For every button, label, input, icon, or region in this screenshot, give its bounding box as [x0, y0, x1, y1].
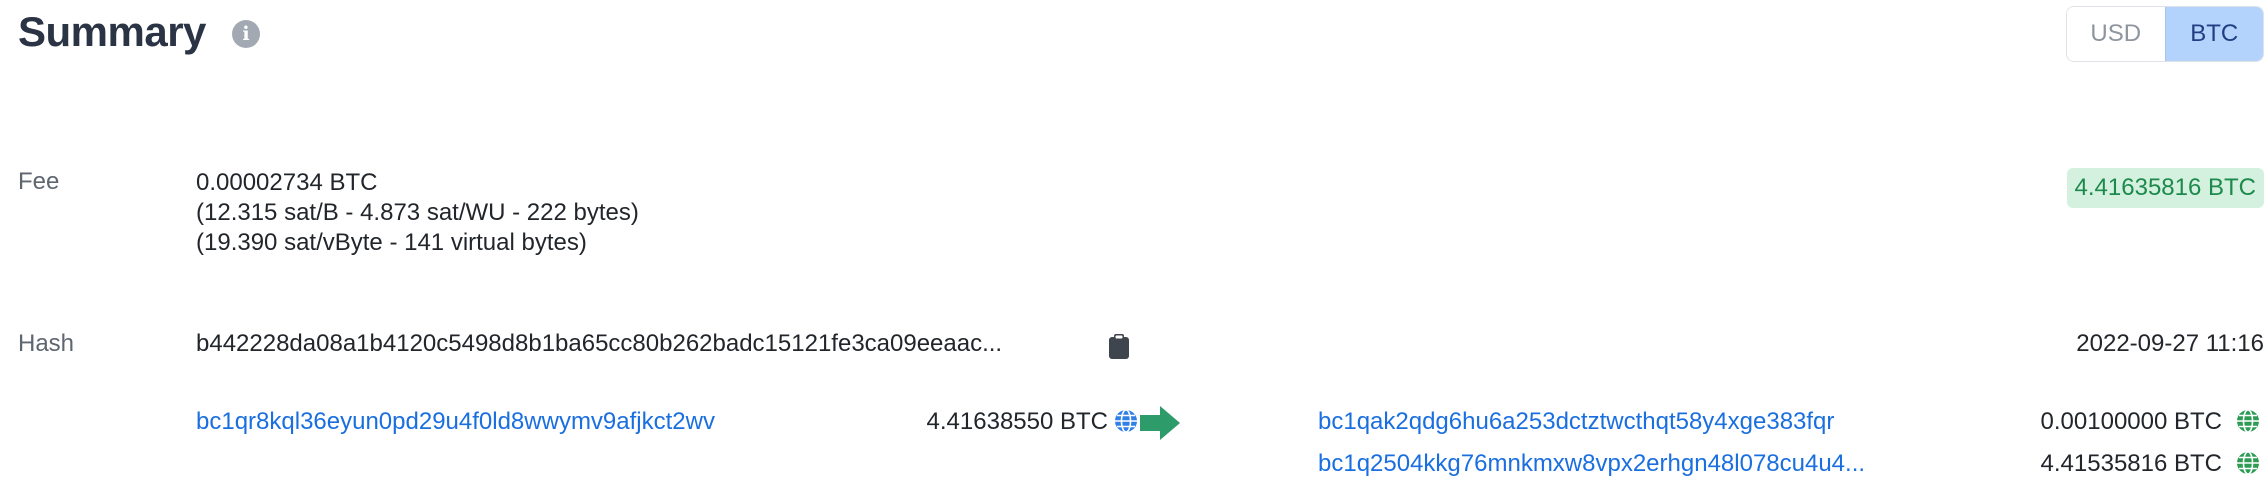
transaction-timestamp: 2022-09-27 11:16 [2076, 330, 2264, 357]
currency-toggle[interactable]: USD BTC [2066, 6, 2264, 62]
btc-toggle-button[interactable]: BTC [2164, 7, 2263, 61]
output-amount: 4.41535816 BTC [2040, 450, 2222, 477]
output-amount: 0.00100000 BTC [2040, 408, 2222, 435]
arrow-right-icon [1140, 406, 1180, 445]
fee-rate-vbytes: (19.390 sat/vByte - 141 virtual bytes) [196, 229, 587, 256]
total-amount-badge: 4.41635816 BTC [2066, 168, 2264, 208]
clipboard-icon[interactable] [1108, 333, 1130, 364]
input-address-link[interactable]: bc1qr8kql36eyun0pd29u4f0ld8wwymv9afjkct2… [196, 408, 715, 436]
output-address-link[interactable]: bc1q2504kkg76mnkmxw8vpx2erhgn48l078cu4u4… [1318, 450, 1865, 478]
hash-label: Hash [18, 330, 75, 357]
output-address-link[interactable]: bc1qak2qdg6hu6a253dctztwcthqt58y4xge383f… [1318, 408, 1834, 436]
info-icon[interactable]: i [232, 20, 260, 48]
transaction-hash: b442228da08a1b4120c5498d8b1ba65cc80b262b… [196, 330, 1003, 357]
transaction-summary: Summary i USD BTC Fee 0.00002734 BTC (12… [0, 0, 2264, 483]
fee-label: Fee [18, 168, 60, 195]
fee-amount: 0.00002734 BTC [196, 169, 378, 196]
input-amount: 4.41638550 BTC [926, 408, 1108, 435]
globe-icon[interactable] [2236, 451, 2260, 480]
fee-details: 0.00002734 BTC (12.315 sat/B - 4.873 sat… [196, 168, 639, 258]
page-title: Summary [18, 8, 206, 55]
globe-icon[interactable] [2236, 409, 2260, 438]
fee-rate-bytes: (12.315 sat/B - 4.873 sat/WU - 222 bytes… [196, 199, 639, 226]
globe-icon[interactable] [1114, 409, 1138, 438]
usd-toggle-button[interactable]: USD [2067, 7, 2165, 61]
